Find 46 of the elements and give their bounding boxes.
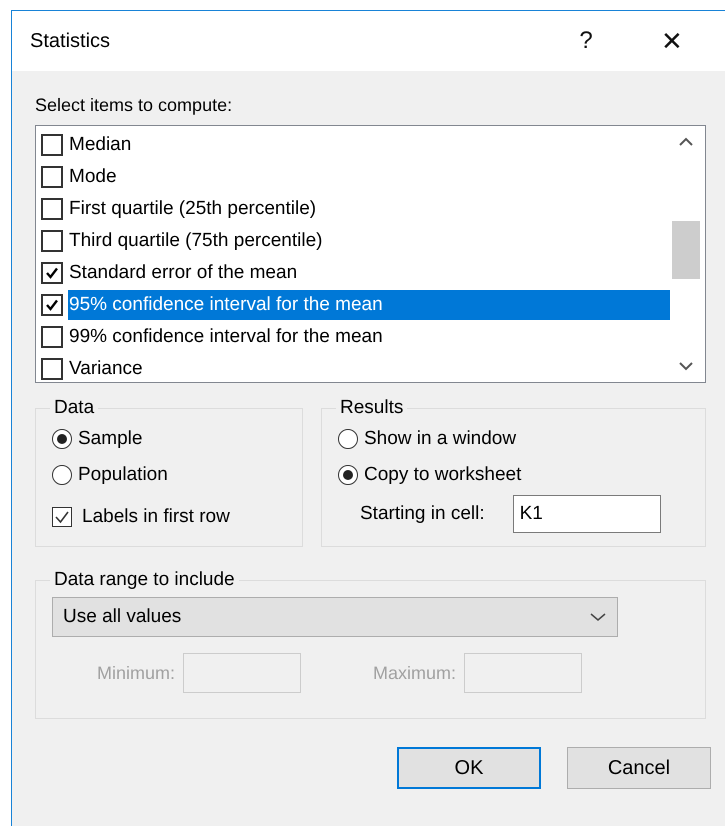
list-item[interactable]: Median [68, 130, 670, 160]
ok-button[interactable]: OK [397, 747, 541, 789]
chevron-down-icon [589, 612, 607, 622]
option-label[interactable]: Copy to worksheet [364, 464, 522, 486]
checkbox[interactable] [41, 198, 63, 220]
scroll-up-icon[interactable] [678, 137, 694, 147]
cancel-button[interactable]: Cancel [567, 747, 711, 789]
check-icon [45, 298, 59, 312]
radio-button[interactable] [52, 429, 72, 449]
option-label[interactable]: Sample [78, 428, 142, 450]
option-label[interactable]: Population [78, 464, 168, 486]
check-icon [45, 266, 59, 280]
group-title: Data range to include [53, 569, 236, 591]
checkbox[interactable] [41, 294, 63, 316]
scroll-down-icon[interactable] [678, 361, 694, 371]
checkbox[interactable] [41, 134, 63, 156]
close-button[interactable]: ✕ [647, 26, 697, 56]
option-label[interactable]: Labels in first row [82, 506, 230, 528]
checkbox[interactable] [52, 507, 72, 527]
checkbox[interactable] [41, 262, 63, 284]
radio-button[interactable] [338, 465, 358, 485]
scroll-thumb[interactable] [672, 221, 700, 279]
list-item[interactable]: Standard error of the mean [68, 258, 670, 288]
checkbox[interactable] [41, 358, 63, 380]
field-label: Minimum: [97, 662, 176, 684]
list-item[interactable]: Mode [68, 162, 670, 192]
radio-button[interactable] [52, 465, 72, 485]
list-item[interactable]: 99% confidence interval for the mean [68, 322, 670, 352]
option-label[interactable]: Show in a window [364, 428, 516, 450]
window-title: Statistics [30, 30, 112, 52]
checkbox[interactable] [41, 230, 63, 252]
list-label: Select items to compute: [35, 95, 234, 116]
group-title: Data [53, 397, 96, 419]
group-title: Results [339, 397, 404, 419]
list-item[interactable]: 95% confidence interval for the mean [68, 290, 670, 320]
dropdown[interactable]: Use all values [52, 597, 618, 637]
checkbox[interactable] [41, 166, 63, 188]
field-label: Starting in cell: [360, 503, 485, 525]
list-item[interactable]: First quartile (25th percentile) [68, 194, 670, 224]
list-item[interactable]: Variance [68, 354, 670, 384]
checkbox[interactable] [41, 326, 63, 348]
list-item[interactable]: Third quartile (75th percentile) [68, 226, 670, 256]
field-label: Maximum: [373, 662, 456, 684]
input-field[interactable]: K1 [512, 495, 661, 533]
help-button[interactable]: ? [561, 27, 611, 55]
radio-button[interactable] [338, 429, 358, 449]
